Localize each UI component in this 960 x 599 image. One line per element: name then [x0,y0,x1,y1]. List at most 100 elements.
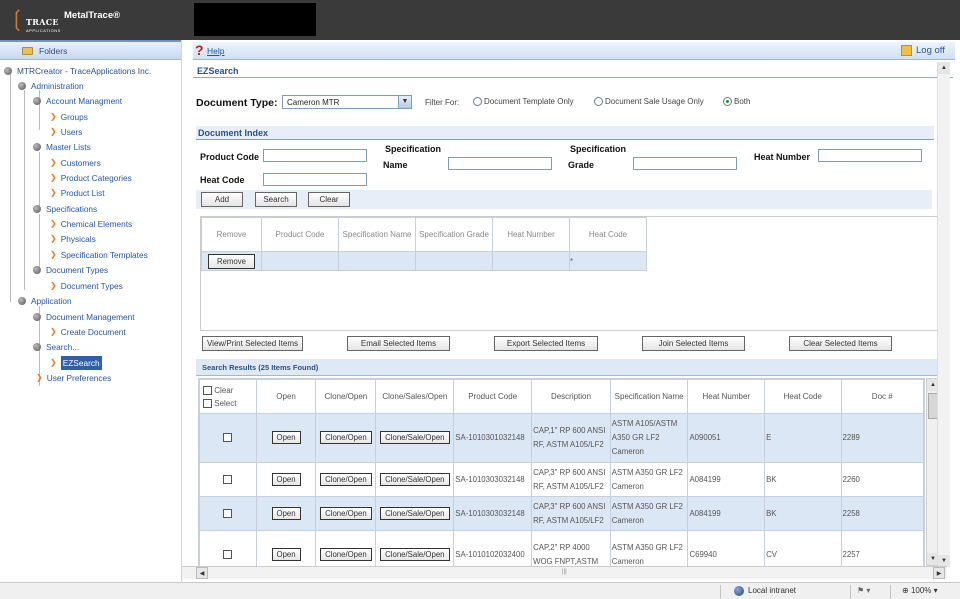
row-checkbox[interactable] [223,433,233,443]
col-clone-sales-open: Clone/Sales/Open [375,379,455,414]
tree-create-document[interactable]: ❯ Create Document [50,325,126,339]
clone-open-button[interactable]: Clone/Open [320,506,372,520]
tree-document-management[interactable]: Document Management [33,310,135,324]
col-heat-code: Heat Code [569,217,647,252]
tree-search[interactable]: Search... [33,340,79,354]
brand-trace: TRACE [26,17,59,27]
specification-name-input[interactable] [448,157,552,170]
spec-name-label: Specification [385,144,442,154]
open-button[interactable]: Open [271,548,301,561]
node-bullet-icon [33,343,41,351]
scroll-up-icon[interactable]: ▲ [938,62,950,74]
row-checkbox[interactable] [223,474,233,484]
table-row: Remove * [201,251,647,271]
index-table: Remove Product Code Specification Name S… [201,217,647,271]
document-type-select[interactable]: Cameron MTR ▼ [282,95,412,109]
select-checkbox[interactable] [203,398,212,408]
status-bar: Local intranet ⚑ ▾ ⊕ 100% ▾ [0,582,960,599]
specification-grade-input[interactable] [633,157,737,170]
document-index-grid: Remove Product Code Specification Name S… [200,216,942,331]
tree-account-management[interactable]: Account Managment [33,94,122,108]
clone-sale-open-button[interactable]: Clone/Sale/Open [380,431,450,444]
tree-physicals[interactable]: ❯ Physicals [50,232,96,246]
logoff-link[interactable]: Log off [916,45,945,56]
clone-sale-open-button[interactable]: Clone/Sale/Open [380,548,450,561]
search-button[interactable]: Search [255,192,297,207]
join-selected-button[interactable]: Join Selected Items [642,336,745,351]
scroll-right-icon[interactable]: ▶ [933,567,945,579]
tree-application[interactable]: Application [18,294,72,308]
tree-specification-templates[interactable]: ❯ Specification Templates [50,248,148,262]
open-button[interactable]: Open [271,431,301,444]
tree-product-categories[interactable]: ❯ Product Categories [50,171,132,185]
radio-both[interactable]: Both [723,97,750,106]
table-row[interactable]: Open Clone/Open Clone/Sale/Open SA-10103… [199,462,924,497]
tree-product-list[interactable]: ❯ Product List [50,186,105,200]
heat-code-cell: E [764,413,842,463]
zoom-level[interactable]: ⊕ 100% ▾ [902,586,938,595]
folders-header[interactable]: Folders [0,40,181,60]
row-checkbox[interactable] [223,508,233,518]
tree-chemical-elements[interactable]: ❯ Chemical Elements [50,217,132,231]
tree-master-lists[interactable]: Master Lists [33,140,91,154]
flame-icon: ❲ [8,6,27,31]
search-results-grid: Clear Select Open Clone/Open Clone/Sales… [198,378,925,569]
table-row[interactable]: Open Clone/Open Clone/Sale/Open SA-10101… [199,530,924,568]
help-link[interactable]: Help [207,46,224,56]
tree-customers[interactable]: ❯ Customers [50,156,101,170]
heat-number-input[interactable] [818,149,922,162]
node-bullet-icon [33,205,41,213]
clone-open-button[interactable]: Clone/Open [320,431,372,444]
tree-root[interactable]: MTRCreator - TraceApplications Inc. [4,64,151,78]
protected-mode-icon[interactable]: ⚑ ▾ [857,586,870,595]
clone-open-button[interactable]: Clone/Open [320,472,372,486]
help-toolbar: ? Help Log off [193,42,955,60]
node-bullet-icon [18,297,26,305]
scroll-left-icon[interactable]: ◀ [196,567,208,579]
chevron-down-icon[interactable]: ▼ [398,96,411,108]
tree-ezsearch[interactable]: ❯ EZSearch [50,356,102,370]
open-button[interactable]: Open [271,506,301,520]
heat-code-input[interactable] [263,173,367,186]
tree-administration[interactable]: Administration [18,79,84,93]
add-button[interactable]: Add [201,192,243,207]
col-spec-name: Specification Name [338,217,416,252]
help-icon[interactable]: ? [195,43,204,58]
email-selected-button[interactable]: Email Selected Items [347,336,450,351]
open-button[interactable]: Open [271,472,301,486]
tree-specifications[interactable]: Specifications [33,202,97,216]
radio-selected-icon [723,97,732,106]
tree-document-types[interactable]: Document Types [33,263,108,277]
col-clone-open: Clone/Open [315,379,377,414]
page-title: EZSearch [197,66,239,76]
tree-document-types-child[interactable]: ❯ Document Types [50,279,123,293]
export-selected-button[interactable]: Export Selected Items [494,336,598,351]
logoff-icon[interactable] [901,45,912,56]
description-cell: CAP,2" RP 4000 WOG FNPT,ASTM [531,530,611,568]
tree-users[interactable]: ❯ Users [50,125,82,139]
chevron-right-icon: ❯ [50,158,57,167]
radio-document-sale-usage-only[interactable]: Document Sale Usage Only [594,97,704,106]
table-row[interactable]: Open Clone/Open Clone/Sale/Open SA-10103… [199,413,924,463]
clear-checkbox[interactable] [203,385,212,395]
table-row[interactable]: Open Clone/Open Clone/Sale/Open SA-10103… [199,496,924,531]
index-button-row [196,190,932,209]
page-scrollbar[interactable]: ▲ ▼ [937,62,950,567]
horizontal-scrollbar[interactable]: ◀ ||| ▶ [182,566,947,579]
radio-document-template-only[interactable]: Document Template Only [473,97,574,106]
product-code-input[interactable] [263,149,367,162]
remove-button[interactable]: Remove [207,253,256,269]
tree-user-preferences[interactable]: ❯ User Preferences [36,371,111,385]
tree-groups[interactable]: ❯ Groups [50,110,88,124]
col-heat-code: Heat Code [764,379,842,414]
clone-sale-open-button[interactable]: Clone/Sale/Open [380,472,450,486]
clone-open-button[interactable]: Clone/Open [320,548,372,561]
clear-selected-button[interactable]: Clear Selected Items [789,336,892,351]
chevron-right-icon: ❯ [50,281,57,290]
node-bullet-icon [18,82,26,90]
row-checkbox[interactable] [223,550,233,560]
heat-code-cell: BK [764,462,842,497]
view-print-selected-button[interactable]: View/Print Selected Items [202,336,303,351]
clone-sale-open-button[interactable]: Clone/Sale/Open [380,506,450,520]
clear-button[interactable]: Clear [308,192,350,207]
